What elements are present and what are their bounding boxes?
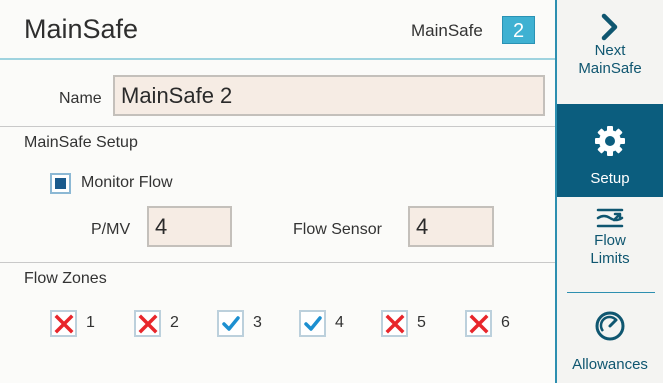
zone-number: 5 [417,314,426,331]
mainsafe-selector[interactable]: 2 [502,16,535,44]
setup-button[interactable]: Setup [557,104,663,197]
name-label: Name [59,90,102,107]
main-panel: MainSafe MainSafe 2 Name MainSafe Setup … [0,0,555,383]
zone-checkbox[interactable] [217,310,244,337]
name-input[interactable] [113,75,545,116]
allowances-label: Allowances [572,356,648,373]
flow-limits-icon [596,208,624,228]
next-sublabel: MainSafe [578,60,642,77]
page-title: MainSafe [24,14,139,44]
zone-checkbox[interactable] [465,310,492,337]
flow-zones-title: Flow Zones [24,270,107,287]
zone-number: 2 [170,314,179,331]
pmv-label: P/MV [91,221,131,238]
check-mark-icon [222,316,240,331]
allowances-button[interactable]: Allowances [557,296,663,383]
zone-checkbox[interactable] [381,310,408,337]
next-mainsafe-button[interactable]: Next MainSafe [557,0,663,100]
mainsafe-selector-label: MainSafe [411,21,483,40]
flow-limits-label: Flow [594,232,626,249]
next-label: Next [594,42,626,59]
setup-label: Setup [590,170,630,187]
mainsafe-setup-title: MainSafe Setup [24,134,138,151]
chevron-right-icon [601,13,618,41]
monitor-flow-checkbox[interactable] [50,173,71,194]
flow-sensor-input[interactable] [408,206,494,247]
zone-number: 1 [86,314,95,331]
x-mark-icon [469,314,489,334]
zone-checkbox[interactable] [299,310,326,337]
zone-number: 3 [253,314,262,331]
check-mark-icon [304,316,322,331]
divider [0,262,555,263]
mainsafe-screen: MainSafe MainSafe 2 Name MainSafe Setup … [0,0,663,383]
pmv-input[interactable] [147,206,232,247]
x-mark-icon [54,314,74,334]
zone-number: 4 [335,314,344,331]
gauge-icon [595,311,625,341]
x-mark-icon [138,314,158,334]
flow-limits-sublabel: Limits [590,250,630,267]
monitor-flow-label: Monitor Flow [81,174,173,191]
flow-sensor-label: Flow Sensor [293,221,382,238]
gear-icon [595,126,625,156]
zone-number: 6 [501,314,510,331]
x-mark-icon [385,314,405,334]
sidebar-divider [567,292,655,293]
header: MainSafe MainSafe 2 [0,0,555,60]
flow-limits-button[interactable]: Flow Limits [557,200,663,292]
sidebar: Next MainSafe Setup Flow Limits Allowanc… [555,0,663,383]
zone-checkbox[interactable] [134,310,161,337]
zone-checkbox[interactable] [50,310,77,337]
divider [0,126,555,127]
